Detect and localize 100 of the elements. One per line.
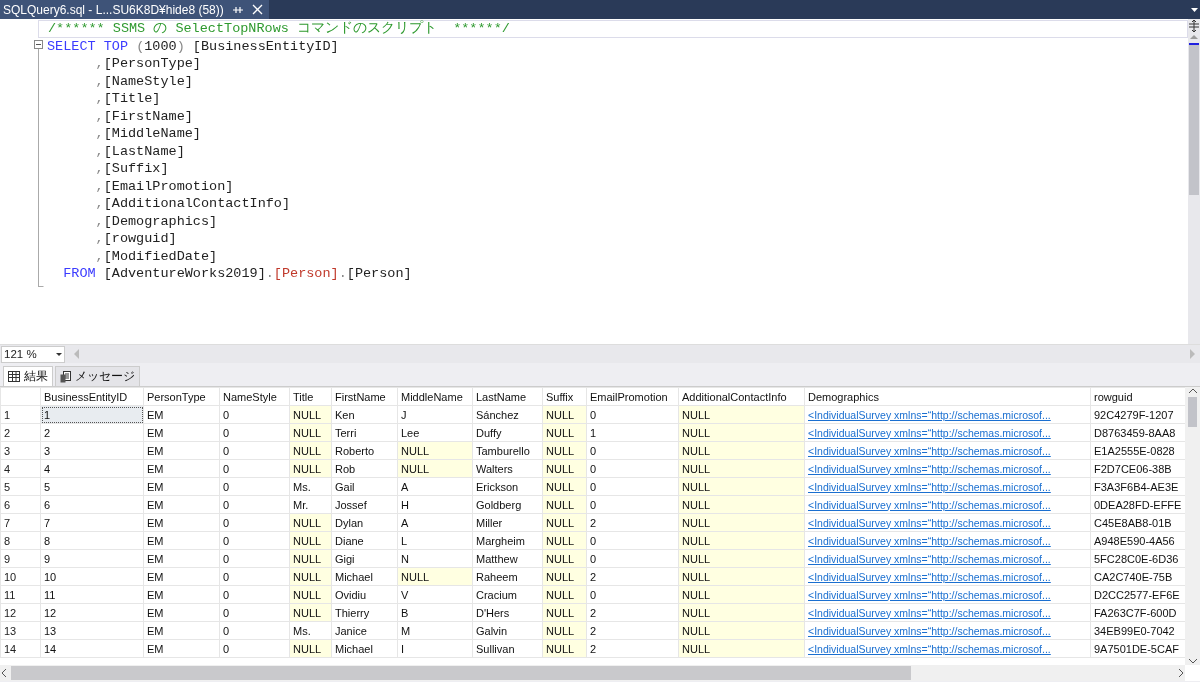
column-header[interactable]: EmailPromotion — [586, 387, 679, 406]
scroll-up-icon[interactable] — [1187, 387, 1198, 395]
table-cell: Sullivan — [472, 639, 543, 658]
row-number[interactable]: 6 — [0, 495, 41, 514]
table-cell: Walters — [472, 459, 543, 478]
code-line: ,[Title] — [94, 90, 162, 108]
scrollbar-thumb[interactable] — [1188, 397, 1197, 427]
scroll-left-icon[interactable] — [0, 668, 8, 678]
column-header[interactable]: LastName — [472, 387, 543, 406]
code-line: ,[PersonType] — [94, 55, 202, 73]
column-header[interactable]: rowguid — [1090, 387, 1185, 406]
table-cell: Sánchez — [472, 405, 543, 424]
table-cell: 9 — [40, 549, 144, 568]
row-number[interactable]: 9 — [0, 549, 41, 568]
table-cell: 5 — [40, 477, 144, 496]
row-number[interactable]: 4 — [0, 459, 41, 478]
table-cell: M — [397, 621, 473, 640]
table-cell: Ms. — [289, 621, 332, 640]
table-cell: H — [397, 495, 473, 514]
code-comment: /****** SSMS の SelectTopNRows コマンドのスクリプト ******/ — [38, 20, 1188, 38]
table-cell: EM — [143, 405, 220, 424]
table-cell: A — [397, 513, 473, 532]
row-number[interactable]: 8 — [0, 531, 41, 550]
table-cell: 6 — [40, 495, 144, 514]
table-cell: EM — [143, 477, 220, 496]
table-cell: 0 — [219, 405, 290, 424]
table-cell: Janice — [331, 621, 398, 640]
column-header[interactable]: PersonType — [143, 387, 220, 406]
table-cell: 0 — [219, 567, 290, 586]
table-cell: Gail — [331, 477, 398, 496]
fold-marker-icon[interactable] — [34, 40, 44, 288]
code-line: SELECT TOP (1000) [BusinessEntityID] — [46, 37, 340, 55]
zoom-dropdown[interactable]: 121 % — [1, 345, 65, 363]
table-cell: 0 — [586, 495, 679, 514]
table-cell: Gigi — [331, 549, 398, 568]
row-number[interactable]: 13 — [0, 621, 41, 640]
row-number[interactable]: 1 — [0, 405, 41, 424]
row-number[interactable]: 14 — [0, 639, 41, 658]
code-line: ,[AdditionalContactInfo] — [94, 195, 292, 213]
row-number[interactable]: 11 — [0, 585, 41, 604]
table-cell: Terri — [331, 423, 398, 442]
scrollbar-thumb[interactable] — [1189, 43, 1199, 195]
row-number[interactable]: 12 — [0, 603, 41, 622]
table-cell: 3 — [40, 441, 144, 460]
dropdown-icon[interactable] — [1191, 7, 1198, 12]
column-header[interactable]: Title — [289, 387, 332, 406]
table-cell: Mr. — [289, 495, 332, 514]
table-cell: B — [397, 603, 473, 622]
row-number[interactable]: 2 — [0, 423, 41, 442]
column-header[interactable]: AdditionalContactInfo — [678, 387, 805, 406]
table-cell: N — [397, 549, 473, 568]
split-icon[interactable] — [1188, 19, 1200, 33]
scroll-right-icon[interactable] — [1177, 668, 1185, 678]
row-number[interactable]: 5 — [0, 477, 41, 496]
table-cell: 2 — [40, 423, 144, 442]
table-cell: 1 — [586, 423, 679, 442]
row-number[interactable]: 10 — [0, 567, 41, 586]
table-cell: Goldberg — [472, 495, 543, 514]
table-cell: 8 — [40, 531, 144, 550]
column-header[interactable]: MiddleName — [397, 387, 473, 406]
table-cell: 0 — [219, 531, 290, 550]
table-cell: 10 — [40, 567, 144, 586]
scrollbar-thumb[interactable] — [11, 666, 911, 680]
table-cell: Lee — [397, 423, 473, 442]
column-header[interactable]: FirstName — [331, 387, 398, 406]
table-cell: Ovidiu — [331, 585, 398, 604]
table-cell: Miller — [472, 513, 543, 532]
pin-icon[interactable] — [231, 4, 244, 15]
table-cell: 2 — [586, 603, 679, 622]
scroll-down-icon[interactable] — [1187, 657, 1198, 665]
column-header[interactable]: Suffix — [542, 387, 587, 406]
table-cell: 0 — [219, 549, 290, 568]
table-cell: 0 — [586, 459, 679, 478]
column-header[interactable]: NameStyle — [219, 387, 290, 406]
result-tab[interactable]: メッセージ — [55, 366, 140, 386]
table-cell: 2 — [586, 621, 679, 640]
code-line: ,[MiddleName] — [94, 125, 202, 143]
table-cell: Galvin — [472, 621, 543, 640]
table-cell: Matthew — [472, 549, 543, 568]
table-cell: Erickson — [472, 477, 543, 496]
row-number[interactable]: 7 — [0, 513, 41, 532]
code-line: ,[FirstName] — [94, 107, 194, 125]
document-tab[interactable]: SQLQuery6.sql - L...SU6K8D¥hide8 (58)) — [0, 0, 269, 19]
column-header[interactable]: BusinessEntityID — [40, 387, 144, 406]
row-number[interactable]: 3 — [0, 441, 41, 460]
table-cell: 2 — [586, 639, 679, 658]
grid-icon — [8, 371, 20, 382]
column-header[interactable]: Demographics — [804, 387, 1091, 406]
table-cell: EM — [143, 513, 220, 532]
table-cell: EM — [143, 459, 220, 478]
table-cell: Rob — [331, 459, 398, 478]
table-cell: Roberto — [331, 441, 398, 460]
code-line: ,[LastName] — [94, 142, 186, 160]
table-cell: EM — [143, 441, 220, 460]
table-cell: EM — [143, 621, 220, 640]
table-cell: 0 — [586, 405, 679, 424]
table-cell: 0 — [219, 459, 290, 478]
result-tab[interactable]: 結果 — [3, 366, 53, 386]
table-cell: 12 — [40, 603, 144, 622]
close-icon[interactable] — [251, 4, 263, 15]
